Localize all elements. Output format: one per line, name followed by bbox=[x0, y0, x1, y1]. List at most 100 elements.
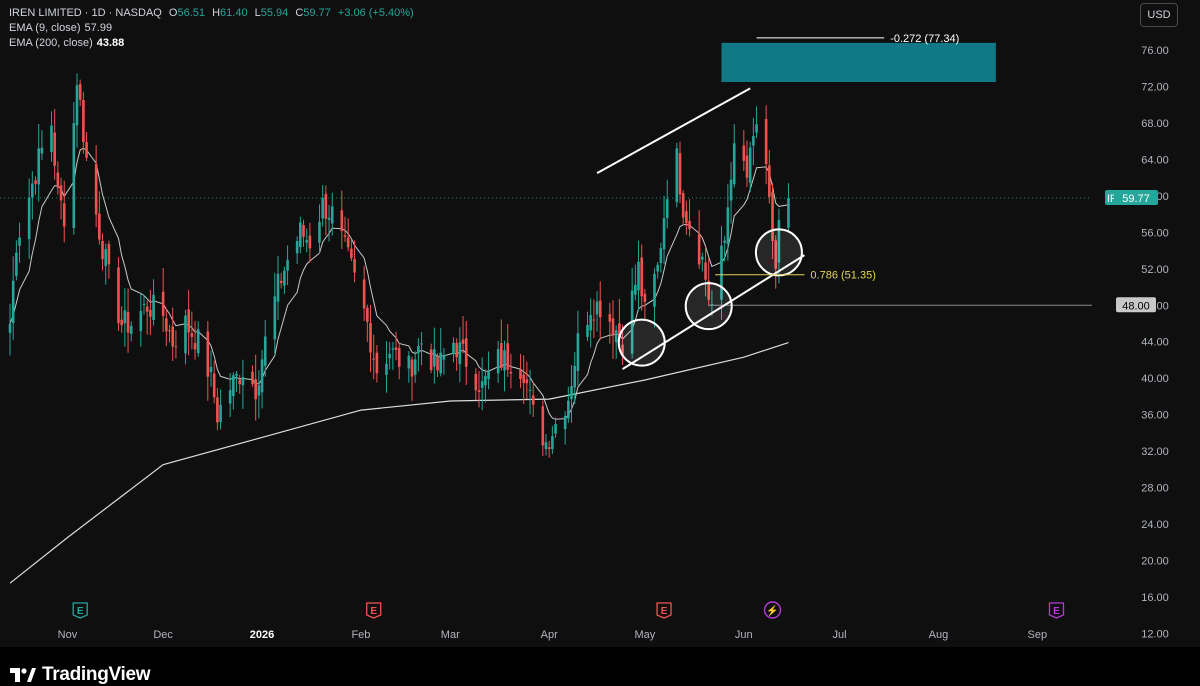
candle-body bbox=[165, 318, 168, 332]
candle-body bbox=[212, 373, 216, 398]
candle-body bbox=[260, 359, 264, 393]
chart-frame[interactable]: 80.0076.0072.0068.0064.0060.0056.0052.00… bbox=[0, 0, 1200, 647]
candle-body bbox=[729, 179, 733, 201]
tradingview-brand-text: TradingView bbox=[42, 664, 151, 685]
candle-body bbox=[219, 404, 222, 423]
interval-label[interactable]: 1D bbox=[92, 7, 106, 19]
candle-body bbox=[726, 207, 730, 244]
candle-body bbox=[592, 319, 596, 321]
candle-body bbox=[145, 306, 149, 312]
candle-body bbox=[484, 376, 487, 386]
candle-body bbox=[340, 210, 344, 232]
candle-body bbox=[330, 206, 334, 224]
candle-body bbox=[174, 346, 178, 348]
candle-body bbox=[286, 259, 289, 271]
candle-body bbox=[75, 85, 79, 126]
earnings-event-icon[interactable]: E bbox=[1048, 602, 1065, 619]
highlight-circle bbox=[684, 282, 733, 331]
ohlc-high-value: 61.40 bbox=[220, 7, 248, 19]
candle-body bbox=[643, 293, 647, 302]
event-marker-glyph: E bbox=[1053, 606, 1060, 617]
candle-body bbox=[104, 249, 108, 266]
symbol-name[interactable]: IREN LIMITED bbox=[9, 7, 82, 19]
ohlc-low-value: 55.94 bbox=[260, 7, 289, 19]
candle-body bbox=[196, 329, 200, 354]
candle-body bbox=[31, 183, 34, 198]
ohlc-open-value: 56.51 bbox=[177, 7, 206, 19]
candle-body bbox=[50, 125, 53, 153]
candle-body bbox=[273, 296, 277, 340]
candle-body bbox=[299, 222, 302, 248]
candle-body bbox=[659, 248, 663, 264]
candle-body bbox=[688, 220, 691, 229]
candle-body bbox=[541, 406, 545, 446]
candle-body bbox=[522, 374, 525, 384]
candle-body bbox=[567, 400, 570, 419]
earnings-event-icon[interactable]: E bbox=[366, 602, 382, 619]
earnings-event-icon[interactable]: E bbox=[656, 602, 672, 619]
candle-body bbox=[531, 395, 535, 405]
candle-body bbox=[487, 371, 490, 380]
event-marker-glyph: E bbox=[370, 606, 377, 617]
candle-body bbox=[496, 349, 500, 374]
candle-body bbox=[681, 193, 685, 218]
exchange-label: NASDAQ bbox=[115, 7, 162, 19]
candle-body bbox=[276, 273, 280, 302]
split-event-icon[interactable]: ⚡ bbox=[763, 601, 782, 619]
y-tick-label: 44.00 bbox=[1141, 337, 1169, 349]
x-tick-label: 2026 bbox=[250, 629, 274, 641]
candle-body bbox=[503, 350, 506, 371]
candle-body bbox=[458, 342, 462, 365]
candle-body bbox=[429, 349, 433, 371]
earnings-event-icon[interactable]: E bbox=[72, 602, 88, 619]
currency-button[interactable]: USD bbox=[1140, 3, 1178, 27]
candle-body bbox=[37, 148, 41, 185]
candle-body bbox=[589, 315, 592, 331]
candle-body bbox=[190, 333, 194, 337]
x-tick-label: Aug bbox=[929, 629, 949, 641]
x-tick-label: Dec bbox=[153, 629, 173, 641]
candle-body bbox=[149, 309, 152, 317]
candle-body bbox=[748, 147, 752, 183]
candle-body bbox=[394, 347, 398, 350]
candle-body bbox=[327, 217, 331, 220]
y-tick-label: 32.00 bbox=[1141, 446, 1169, 458]
candle-body bbox=[464, 338, 468, 367]
candle-body bbox=[500, 343, 503, 368]
candle-body bbox=[742, 145, 746, 161]
candle-body bbox=[477, 390, 481, 392]
candle-body bbox=[474, 373, 478, 391]
candle-body bbox=[254, 379, 257, 400]
ema200-value: 43.88 bbox=[96, 37, 125, 49]
y-tick-label: 72.00 bbox=[1141, 82, 1169, 94]
candle-body bbox=[117, 267, 120, 324]
ema9-label: EMA (9, close) bbox=[9, 22, 81, 34]
y-tick-label: 20.00 bbox=[1141, 555, 1169, 567]
candle-body bbox=[554, 424, 557, 434]
candle-body bbox=[193, 343, 197, 350]
ema200-legend-row[interactable]: EMA (200, close) 43.88 bbox=[9, 36, 414, 51]
candle-body bbox=[675, 148, 679, 203]
candle-body bbox=[442, 355, 446, 360]
y-tick-label: 28.00 bbox=[1141, 483, 1169, 495]
candle-body bbox=[11, 280, 15, 324]
candle-body bbox=[595, 301, 599, 315]
highlight-circle bbox=[754, 228, 803, 277]
ema9-legend-row[interactable]: EMA (9, close) 57.99 bbox=[9, 21, 414, 36]
candle-body bbox=[397, 348, 401, 367]
candle-body bbox=[362, 279, 366, 309]
candle-body bbox=[407, 355, 411, 369]
y-tick-label: 52.00 bbox=[1141, 264, 1169, 276]
current-price-axis-label: 59.77 bbox=[1122, 193, 1150, 205]
candle-body bbox=[461, 339, 465, 344]
candle-body bbox=[551, 436, 554, 450]
candle-body bbox=[251, 371, 254, 385]
footer-bar bbox=[0, 647, 1200, 675]
candle-body bbox=[697, 234, 701, 265]
event-marker-glyph: E bbox=[77, 606, 84, 617]
y-tick-label: 68.00 bbox=[1141, 118, 1169, 130]
price-chart[interactable]: 80.0076.0072.0068.0064.0060.0056.0052.00… bbox=[0, 0, 1200, 647]
candle-body bbox=[295, 240, 299, 254]
tradingview-logo[interactable]: TradingView bbox=[10, 664, 151, 686]
candle-body bbox=[410, 359, 414, 377]
